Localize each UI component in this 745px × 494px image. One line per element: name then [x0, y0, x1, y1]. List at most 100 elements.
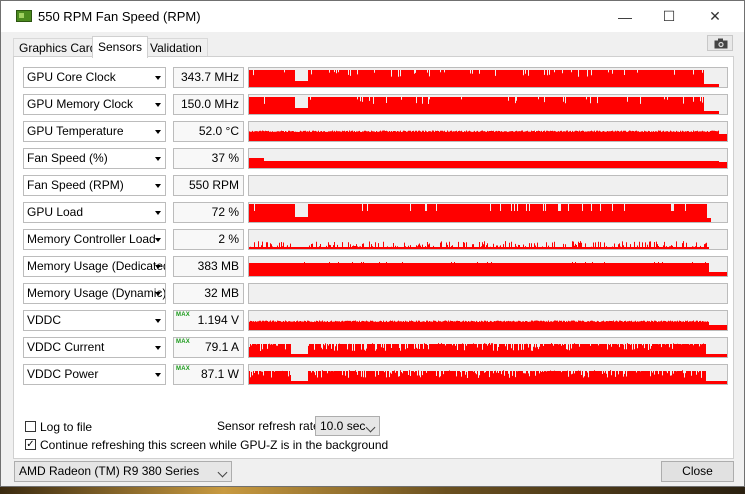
- sensor-graph: [248, 67, 728, 88]
- sensor-select[interactable]: GPU Load: [23, 202, 166, 223]
- sensor-row-memory-usage-dedicated: Memory Usage (Dedicated) 383 MB: [23, 256, 729, 277]
- refresh-rate-label: Sensor refresh rate:: [217, 419, 324, 433]
- chevron-down-icon: [217, 467, 228, 478]
- sensor-graph-trace: [249, 97, 719, 114]
- sensor-name: Fan Speed (%): [27, 151, 108, 165]
- sensor-graph-trace: [249, 284, 727, 303]
- sensor-select[interactable]: Memory Usage (Dynamic): [23, 283, 166, 304]
- sensor-graph-line: [249, 370, 727, 384]
- gpu-select[interactable]: AMD Radeon (TM) R9 380 Series: [14, 461, 232, 482]
- maximize-icon: ☐: [662, 8, 676, 24]
- sensor-graph: [248, 337, 728, 358]
- chevron-down-icon: [365, 422, 376, 433]
- sensor-graph-line: [249, 130, 727, 141]
- dropdown-arrow-icon: [155, 346, 161, 350]
- sensor-select[interactable]: Fan Speed (RPM): [23, 175, 166, 196]
- sensor-value: 150.0 MHz: [180, 97, 239, 111]
- minimize-button[interactable]: —: [602, 1, 648, 32]
- sensor-row-fan-speed: Fan Speed (%) 37 %: [23, 148, 729, 169]
- sensor-graph-line: [249, 97, 719, 114]
- sensor-graph-trace: [249, 343, 727, 357]
- sensor-value-box[interactable]: MAX 79.1 A: [173, 337, 244, 358]
- close-icon: ✕: [709, 8, 721, 24]
- log-to-file-checkbox[interactable]: [25, 421, 36, 432]
- dropdown-arrow-icon: [155, 373, 161, 377]
- maximize-button[interactable]: ☐: [646, 1, 692, 32]
- sensor-name: GPU Load: [27, 205, 84, 219]
- tab-validation[interactable]: Validation: [144, 38, 208, 57]
- sensor-value-box[interactable]: MAX 87.1 W: [173, 364, 244, 385]
- sensor-row-memory-controller-load: Memory Controller Load 2 %: [23, 229, 729, 250]
- camera-icon: [714, 38, 728, 49]
- sensor-value: 550 RPM: [188, 178, 239, 192]
- sensor-select[interactable]: VDDC Power: [23, 364, 166, 385]
- sensor-value: 32 MB: [204, 286, 239, 300]
- sensor-name: Memory Controller Load: [27, 232, 156, 246]
- sensor-value-box[interactable]: 52.0 °C: [173, 121, 244, 142]
- sensor-graph-line: [249, 204, 711, 222]
- sensor-graph-line: [249, 343, 727, 357]
- sensor-value: 2 %: [218, 232, 239, 246]
- log-to-file-label: Log to file: [40, 420, 93, 434]
- sensor-value-box[interactable]: 383 MB: [173, 256, 244, 277]
- refresh-rate-select[interactable]: 10.0 sec: [315, 416, 380, 436]
- sensor-graph: [248, 283, 728, 304]
- sensor-row-gpu-memory-clock: GPU Memory Clock 150.0 MHz: [23, 94, 729, 115]
- screenshot-button[interactable]: [707, 35, 733, 51]
- sensor-value-box[interactable]: 32 MB: [173, 283, 244, 304]
- sensor-row-vddc-current: VDDC Current MAX 79.1 A: [23, 337, 729, 358]
- sensor-graph-line: [249, 158, 727, 168]
- minimize-icon: —: [618, 8, 632, 25]
- sensor-graph: [248, 364, 728, 385]
- sensor-value-box[interactable]: MAX 1.194 V: [173, 310, 244, 331]
- sensor-graph-trace: [249, 262, 727, 276]
- sensor-graph: [248, 310, 728, 331]
- sensor-value-box[interactable]: 343.7 MHz: [173, 67, 244, 88]
- sensors-panel: GPU Core Clock 343.7 MHz GPU Memory Clock 1…: [13, 56, 734, 459]
- max-tag: MAX: [176, 312, 190, 318]
- dropdown-arrow-icon: [155, 76, 161, 80]
- sensor-select[interactable]: GPU Memory Clock: [23, 94, 166, 115]
- sensor-graph-trace: [249, 320, 727, 330]
- sensor-value-box[interactable]: 2 %: [173, 229, 244, 250]
- sensor-row-fan-speed-rpm: Fan Speed (RPM) 550 RPM: [23, 175, 729, 196]
- sensor-select[interactable]: GPU Core Clock: [23, 67, 166, 88]
- sensor-name: Fan Speed (RPM): [27, 178, 124, 192]
- sensor-graph-trace: [249, 70, 719, 87]
- sensor-graph: [248, 202, 728, 223]
- sensor-select[interactable]: Memory Usage (Dedicated): [23, 256, 166, 277]
- gpu-select-value: AMD Radeon (TM) R9 380 Series: [19, 464, 200, 478]
- sensor-select[interactable]: GPU Temperature: [23, 121, 166, 142]
- tab-sensors[interactable]: Sensors: [92, 36, 149, 58]
- dropdown-arrow-icon: [155, 130, 161, 134]
- sensor-value: 37 %: [211, 151, 239, 165]
- desktop-background: [0, 487, 745, 494]
- sensor-graph: [248, 94, 728, 115]
- close-button[interactable]: Close: [661, 461, 734, 482]
- sensor-name: VDDC Current: [27, 340, 105, 354]
- sensor-value-box[interactable]: 150.0 MHz: [173, 94, 244, 115]
- sensor-value-box[interactable]: 72 %: [173, 202, 244, 223]
- dropdown-arrow-icon: [155, 265, 161, 269]
- sensor-graph-line: [249, 70, 719, 87]
- checkmark-icon: ✓: [26, 439, 35, 450]
- sensor-value-box[interactable]: 37 %: [173, 148, 244, 169]
- dropdown-arrow-icon: [155, 211, 161, 215]
- continue-refresh-label: Continue refreshing this screen while GP…: [40, 438, 389, 452]
- sensor-graph-trace: [249, 241, 709, 249]
- sensor-row-vddc: VDDC MAX 1.194 V: [23, 310, 729, 331]
- dropdown-arrow-icon: [155, 292, 161, 296]
- sensor-select[interactable]: VDDC: [23, 310, 166, 331]
- sensor-graph: [248, 229, 728, 250]
- sensor-row-gpu-load: GPU Load 72 %: [23, 202, 729, 223]
- tab-graphics-card[interactable]: Graphics Card: [13, 38, 103, 57]
- dropdown-arrow-icon: [155, 238, 161, 242]
- continue-refresh-checkbox[interactable]: ✓: [25, 439, 36, 450]
- sensor-name: Memory Usage (Dynamic): [27, 286, 166, 300]
- sensor-select[interactable]: VDDC Current: [23, 337, 166, 358]
- sensor-value-box[interactable]: 550 RPM: [173, 175, 244, 196]
- sensor-select[interactable]: Fan Speed (%): [23, 148, 166, 169]
- sensor-select[interactable]: Memory Controller Load: [23, 229, 166, 250]
- title-bar[interactable]: 550 RPM Fan Speed (RPM) — ☐ ✕: [1, 1, 744, 32]
- close-window-button[interactable]: ✕: [692, 1, 738, 32]
